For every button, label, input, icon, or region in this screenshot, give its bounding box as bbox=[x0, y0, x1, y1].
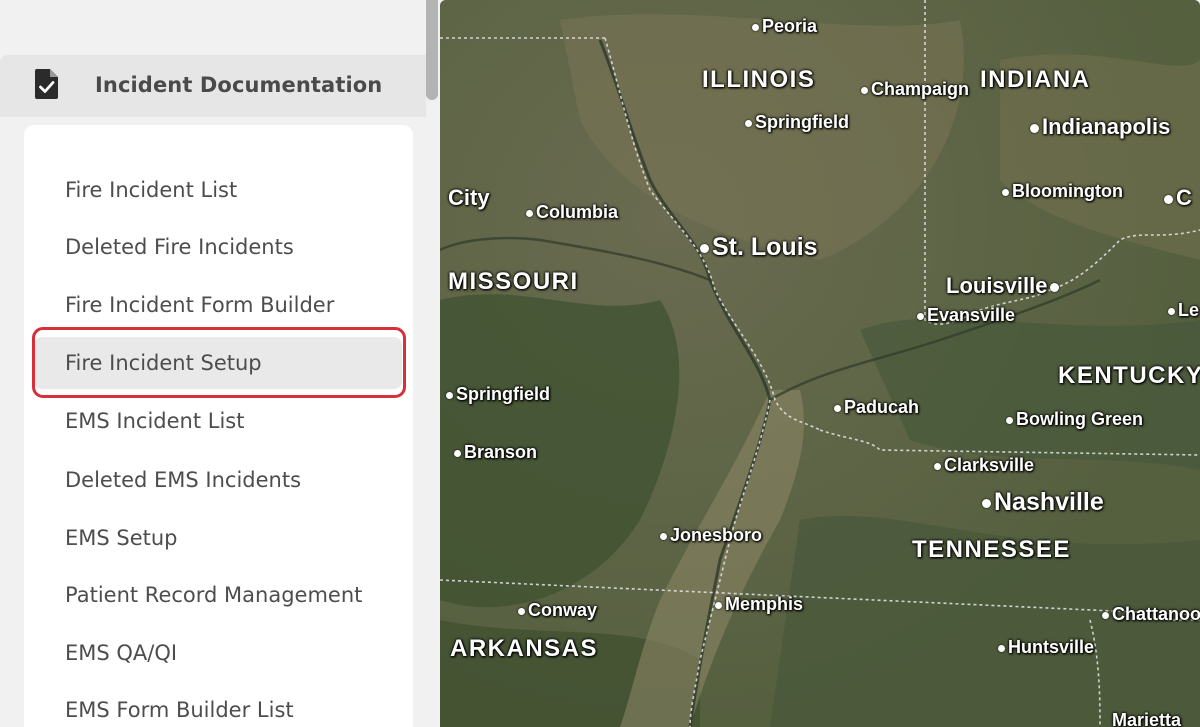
menu-item-fire-incident-form-builder[interactable]: Fire Incident Form Builder bbox=[34, 279, 402, 331]
menu-item-deleted-ems-incidents[interactable]: Deleted EMS Incidents bbox=[34, 454, 402, 506]
map-label-evansville: Evansville bbox=[917, 305, 1015, 326]
map-label-st-louis: St. Louis bbox=[700, 233, 818, 262]
map-label-columbia: Columbia bbox=[526, 202, 618, 223]
map-label-paducah: Paducah bbox=[834, 397, 919, 418]
map-label-champaign: Champaign bbox=[861, 79, 969, 100]
menu-item-ems-qa-qi[interactable]: EMS QA/QI bbox=[34, 627, 402, 679]
map-label-clarksville: Clarksville bbox=[934, 455, 1034, 476]
map-label-jonesboro: Jonesboro bbox=[660, 525, 762, 546]
satellite-map[interactable]: ILLINOIS INDIANA MISSOURI KENTUCKY TENNE… bbox=[440, 0, 1200, 727]
map-label-missouri: MISSOURI bbox=[448, 268, 579, 295]
map-label-louisville: Louisville bbox=[946, 273, 1060, 299]
map-label-memphis: Memphis bbox=[715, 594, 803, 615]
menu-item-fire-incident-setup[interactable]: Fire Incident Setup bbox=[34, 337, 402, 389]
map-label-indiana: INDIANA bbox=[980, 66, 1091, 93]
map-label-springfield-il: Springfield bbox=[745, 112, 849, 133]
map-label-illinois: ILLINOIS bbox=[702, 66, 816, 93]
map-label-indianapolis: Indianapolis bbox=[1030, 114, 1170, 140]
map-label-tennessee: TENNESSEE bbox=[912, 536, 1071, 563]
map-label-arkansas: ARKANSAS bbox=[450, 635, 599, 662]
map-label-kentucky: KENTUCKY bbox=[1058, 362, 1200, 389]
map-label-branson: Branson bbox=[454, 442, 537, 463]
map-label-springfield-mo: Springfield bbox=[446, 384, 550, 405]
document-check-icon bbox=[35, 69, 58, 99]
menu-item-fire-incident-list[interactable]: Fire Incident List bbox=[34, 164, 402, 216]
map-label-marietta: Marietta bbox=[1112, 710, 1182, 727]
map-label-nashville: Nashville bbox=[982, 488, 1104, 517]
menu-item-deleted-fire-incidents[interactable]: Deleted Fire Incidents bbox=[34, 221, 402, 273]
map-label-bloomington: Bloomington bbox=[1002, 181, 1123, 202]
map-label-conway: Conway bbox=[518, 600, 597, 621]
map-label-c: C bbox=[1164, 185, 1192, 211]
menu-item-ems-setup[interactable]: EMS Setup bbox=[34, 512, 402, 564]
map-label-le: Le bbox=[1168, 300, 1199, 321]
map-label-city: City bbox=[448, 185, 490, 210]
map-label-chattanooga: Chattanoo bbox=[1102, 604, 1200, 625]
menu-item-patient-record-management[interactable]: Patient Record Management bbox=[34, 569, 402, 621]
sidebar: Incident Documentation Fire Incident Lis… bbox=[0, 0, 438, 727]
scrollbar-thumb[interactable] bbox=[426, 0, 438, 100]
map-label-peoria: Peoria bbox=[752, 16, 817, 37]
section-title: Incident Documentation bbox=[95, 73, 383, 97]
menu-item-ems-incident-list[interactable]: EMS Incident List bbox=[34, 395, 402, 447]
menu-item-ems-form-builder-list[interactable]: EMS Form Builder List bbox=[34, 684, 402, 727]
menu-card: Fire Incident List Deleted Fire Incident… bbox=[24, 125, 413, 727]
section-header-incident-documentation[interactable]: Incident Documentation bbox=[0, 55, 426, 117]
map-label-huntsville: Huntsville bbox=[998, 637, 1094, 658]
map-label-bowling-green: Bowling Green bbox=[1006, 409, 1143, 430]
